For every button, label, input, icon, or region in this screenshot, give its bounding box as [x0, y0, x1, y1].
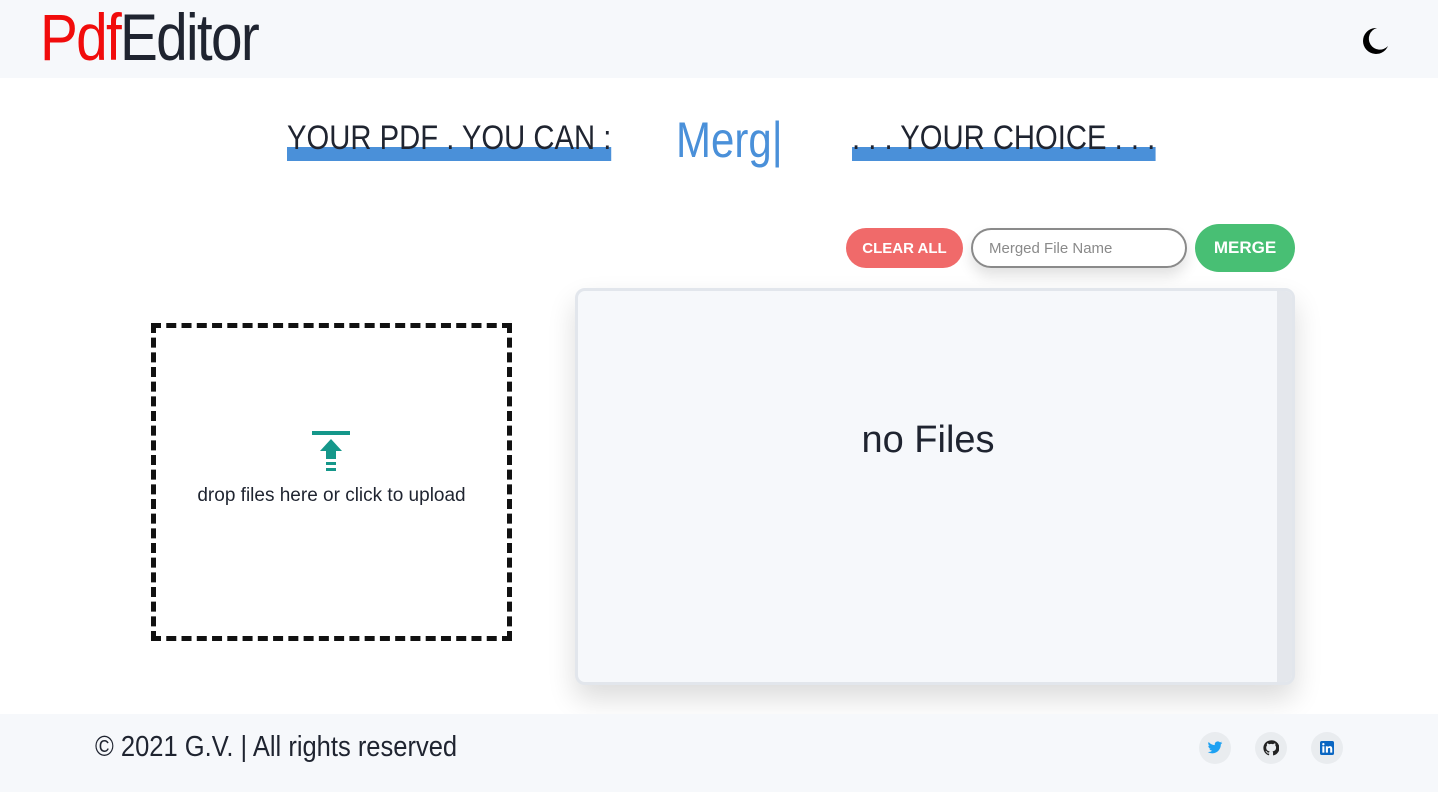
- dropzone-hint: drop files here or click to upload: [197, 485, 466, 506]
- files-list-panel[interactable]: no Files: [575, 288, 1295, 685]
- moon-icon: [1363, 27, 1388, 54]
- upload-icon: [312, 431, 350, 471]
- tagline-left: YOUR PDF . YOU CAN :: [287, 118, 612, 164]
- linkedin-icon: [1320, 741, 1334, 755]
- merged-file-name-input[interactable]: [971, 228, 1187, 268]
- theme-toggle-button[interactable]: [1356, 22, 1392, 58]
- tagline-right: . . . YOUR CHOICE . . .: [852, 118, 1156, 164]
- twitter-icon: [1207, 741, 1223, 754]
- merge-button[interactable]: MERGE: [1195, 224, 1295, 272]
- app-logo[interactable]: PdfEditor: [40, 0, 260, 78]
- clear-all-button[interactable]: CLEAR ALL: [846, 228, 963, 268]
- twitter-link[interactable]: [1199, 732, 1231, 764]
- github-link[interactable]: [1255, 732, 1287, 764]
- footer: © 2021 G.V. | All rights reserved: [0, 714, 1438, 792]
- logo-text-pdf: Pdf: [40, 0, 122, 74]
- files-scrollbar[interactable]: [1277, 291, 1292, 682]
- typewriter-text: Merg|: [676, 112, 783, 168]
- github-icon: [1263, 740, 1279, 756]
- file-dropzone[interactable]: drop files here or click to upload: [151, 323, 512, 641]
- tagline-right-text: . . . YOUR CHOICE . . .: [852, 119, 1156, 161]
- copyright-text: © 2021 G.V. | All rights reserved: [95, 731, 458, 763]
- linkedin-link[interactable]: [1311, 732, 1343, 764]
- logo-text-editor: Editor: [120, 0, 260, 74]
- empty-files-message: no Files: [861, 419, 995, 461]
- tagline-left-text: YOUR PDF . YOU CAN :: [287, 119, 612, 161]
- header: PdfEditor: [0, 0, 1438, 78]
